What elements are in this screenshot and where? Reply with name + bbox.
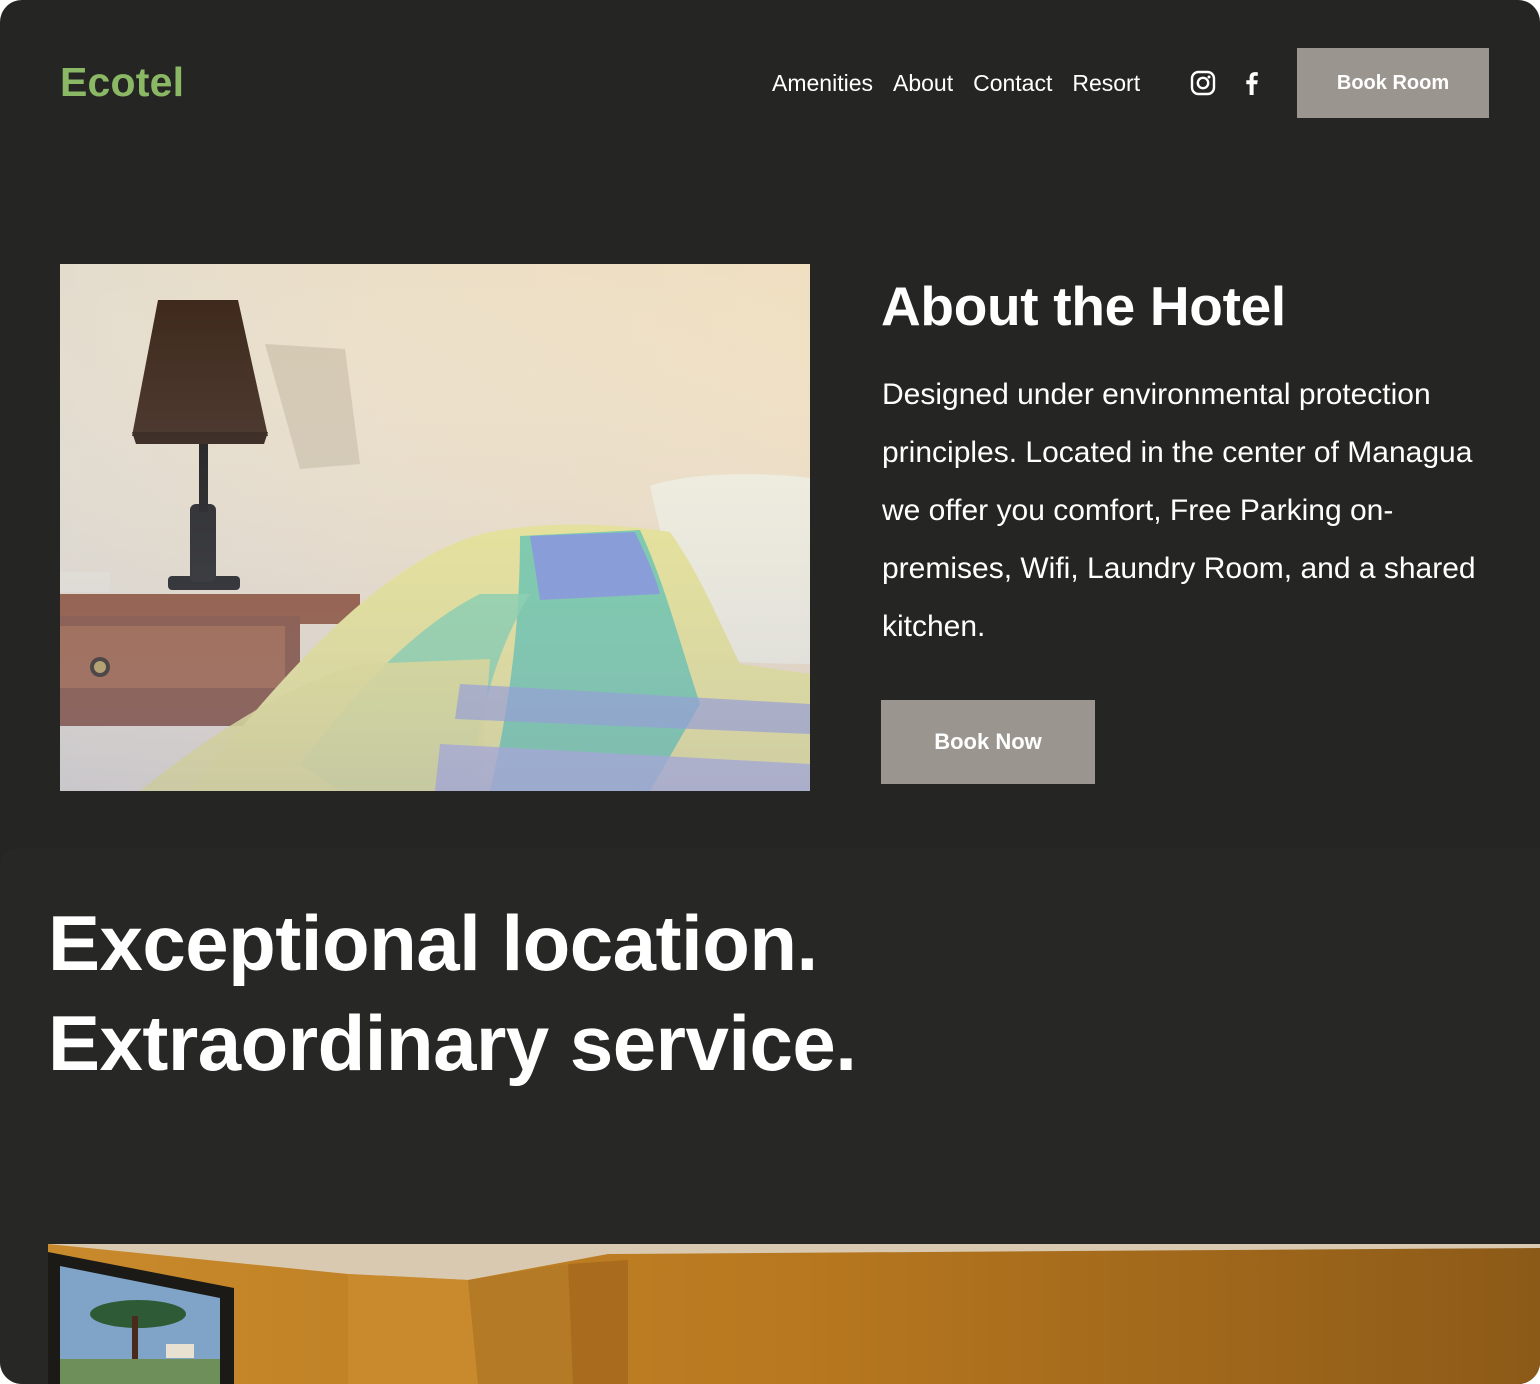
main-nav: Amenities About Contact Resort xyxy=(772,66,1140,100)
tagline-heading: Exceptional location. Extraordinary serv… xyxy=(48,899,857,1087)
hotel-room-photo xyxy=(60,264,810,791)
nav-link-amenities[interactable]: Amenities xyxy=(772,66,873,100)
room-gallery-photo xyxy=(48,1244,1540,1384)
facebook-icon[interactable] xyxy=(1238,69,1266,97)
about-description: Designed under environmental protection … xyxy=(882,378,1476,643)
book-now-button[interactable]: Book Now xyxy=(881,700,1095,784)
logo[interactable]: Ecotel xyxy=(60,58,184,106)
nav-link-contact[interactable]: Contact xyxy=(973,66,1052,100)
nav-link-about[interactable]: About xyxy=(893,66,953,100)
book-room-button[interactable]: Book Room xyxy=(1297,48,1489,118)
about-title: About the Hotel xyxy=(881,275,1286,337)
nav-link-resort[interactable]: Resort xyxy=(1072,66,1140,100)
instagram-icon[interactable] xyxy=(1189,69,1217,97)
page: Ecotel Amenities About Contact Resort Bo… xyxy=(0,0,1540,1384)
